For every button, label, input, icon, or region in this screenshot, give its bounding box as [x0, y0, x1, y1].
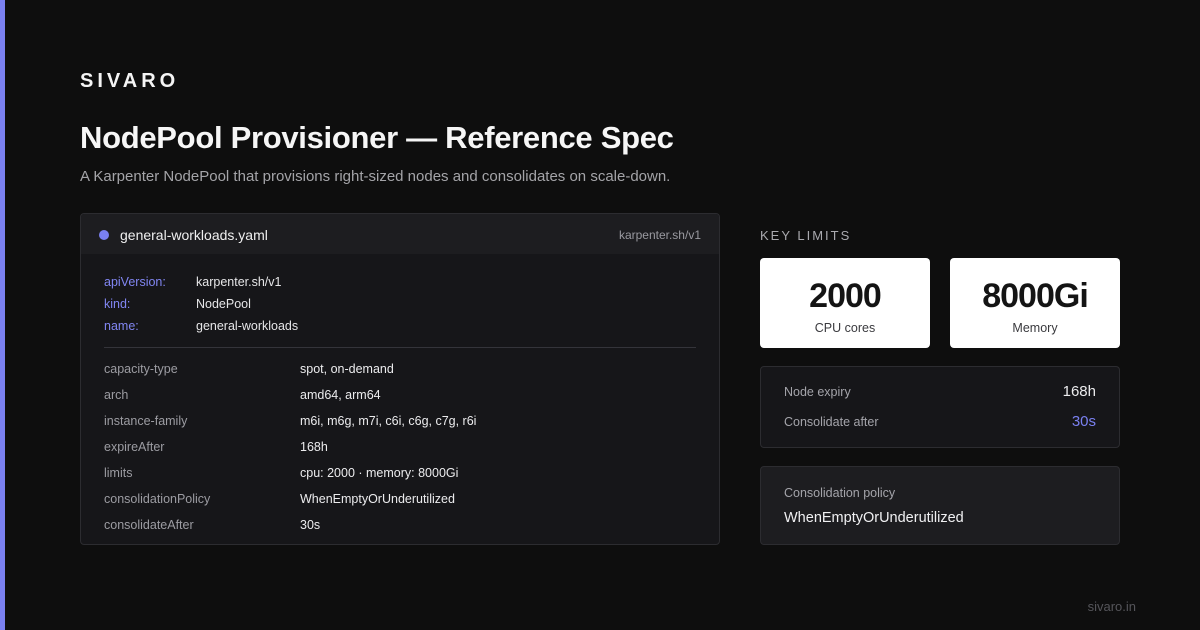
brand-logo: SIVARO: [80, 70, 180, 92]
spec-key: arch: [104, 388, 129, 402]
page-title: NodePool Provisioner — Reference Spec: [80, 120, 674, 155]
footer-url: sivaro.in: [1087, 599, 1136, 614]
cpu-stat-label: CPU cores: [814, 321, 876, 335]
policy-label: Consolidation policy: [784, 486, 896, 500]
key-limits-heading: KEY LIMITS: [760, 228, 852, 243]
meta-value: karpenter.sh/v1: [196, 275, 282, 289]
memory-stat-value: 8000Gi: [982, 277, 1089, 315]
memory-stat-label: Memory: [1012, 321, 1058, 335]
status-dot-icon: [99, 230, 109, 240]
file-name: general-workloads.yaml: [120, 227, 268, 243]
api-version-tag: karpenter.sh/v1: [618, 228, 701, 242]
info-value: 168h: [1062, 383, 1096, 400]
consolidate-after-row: Consolidate after 30s: [784, 413, 1096, 433]
spec-value: m6i, m6g, m7i, c6i, c6g, c7g, r6i: [300, 414, 477, 428]
divider: [104, 347, 696, 348]
meta-key: kind:: [104, 297, 131, 311]
cpu-stat-value: 2000: [809, 277, 882, 315]
meta-key: apiVersion:: [104, 275, 166, 289]
spec-row: capacity-type spot, on-demand: [104, 362, 696, 388]
spec-key: consolidateAfter: [104, 518, 194, 532]
policy-value: WhenEmptyOrUnderutilized: [784, 510, 964, 526]
memory-stat-card: 8000Gi Memory: [950, 258, 1120, 348]
meta-value: general-workloads: [196, 319, 299, 333]
spec-header: general-workloads.yaml karpenter.sh/v1: [81, 214, 719, 254]
spec-value: cpu: 2000 · memory: 8000Gi: [300, 466, 459, 480]
spec-row: expireAfter 168h: [104, 440, 696, 466]
meta-row: kind: NodePool: [104, 297, 696, 319]
spec-value: spot, on-demand: [300, 362, 394, 376]
spec-key: consolidationPolicy: [104, 492, 211, 506]
spec-value: WhenEmptyOrUnderutilized: [300, 492, 455, 506]
accent-bar: [0, 0, 5, 630]
spec-key: limits: [104, 466, 133, 480]
spec-key: expireAfter: [104, 440, 165, 454]
meta-key: name:: [104, 319, 139, 333]
spec-value: 168h: [300, 440, 328, 454]
info-key: Consolidate after: [784, 415, 879, 429]
spec-value: amd64, arm64: [300, 388, 381, 402]
cpu-stat-card: 2000 CPU cores: [760, 258, 930, 348]
info-key: Node expiry: [784, 385, 851, 399]
spec-value: 30s: [300, 518, 321, 532]
meta-row: name: general-workloads: [104, 319, 696, 341]
spec-row: consolidationPolicy WhenEmptyOrUnderutil…: [104, 492, 696, 518]
meta-row: apiVersion: karpenter.sh/v1: [104, 275, 696, 297]
meta-value: NodePool: [196, 297, 251, 311]
policy-card: Consolidation policy WhenEmptyOrUnderuti…: [760, 466, 1120, 545]
info-card: Node expiry 168h Consolidate after 30s: [760, 366, 1120, 448]
node-expiry-row: Node expiry 168h: [784, 383, 1096, 403]
spec-key: instance-family: [104, 414, 188, 428]
meta-block: apiVersion: karpenter.sh/v1 kind: NodePo…: [104, 275, 696, 341]
spec-card: general-workloads.yaml karpenter.sh/v1 a…: [80, 213, 720, 545]
spec-row: instance-family m6i, m6g, m7i, c6i, c6g,…: [104, 414, 696, 440]
spec-row: arch amd64, arm64: [104, 388, 696, 414]
info-value: 30s: [1071, 413, 1096, 430]
spec-row: limits cpu: 2000 · memory: 8000Gi: [104, 466, 696, 492]
spec-rows: capacity-type spot, on-demand arch amd64…: [104, 362, 696, 544]
page-subtitle: A Karpenter NodePool that provisions rig…: [80, 168, 671, 185]
spec-key: capacity-type: [104, 362, 178, 376]
spec-row: consolidateAfter 30s: [104, 518, 696, 544]
